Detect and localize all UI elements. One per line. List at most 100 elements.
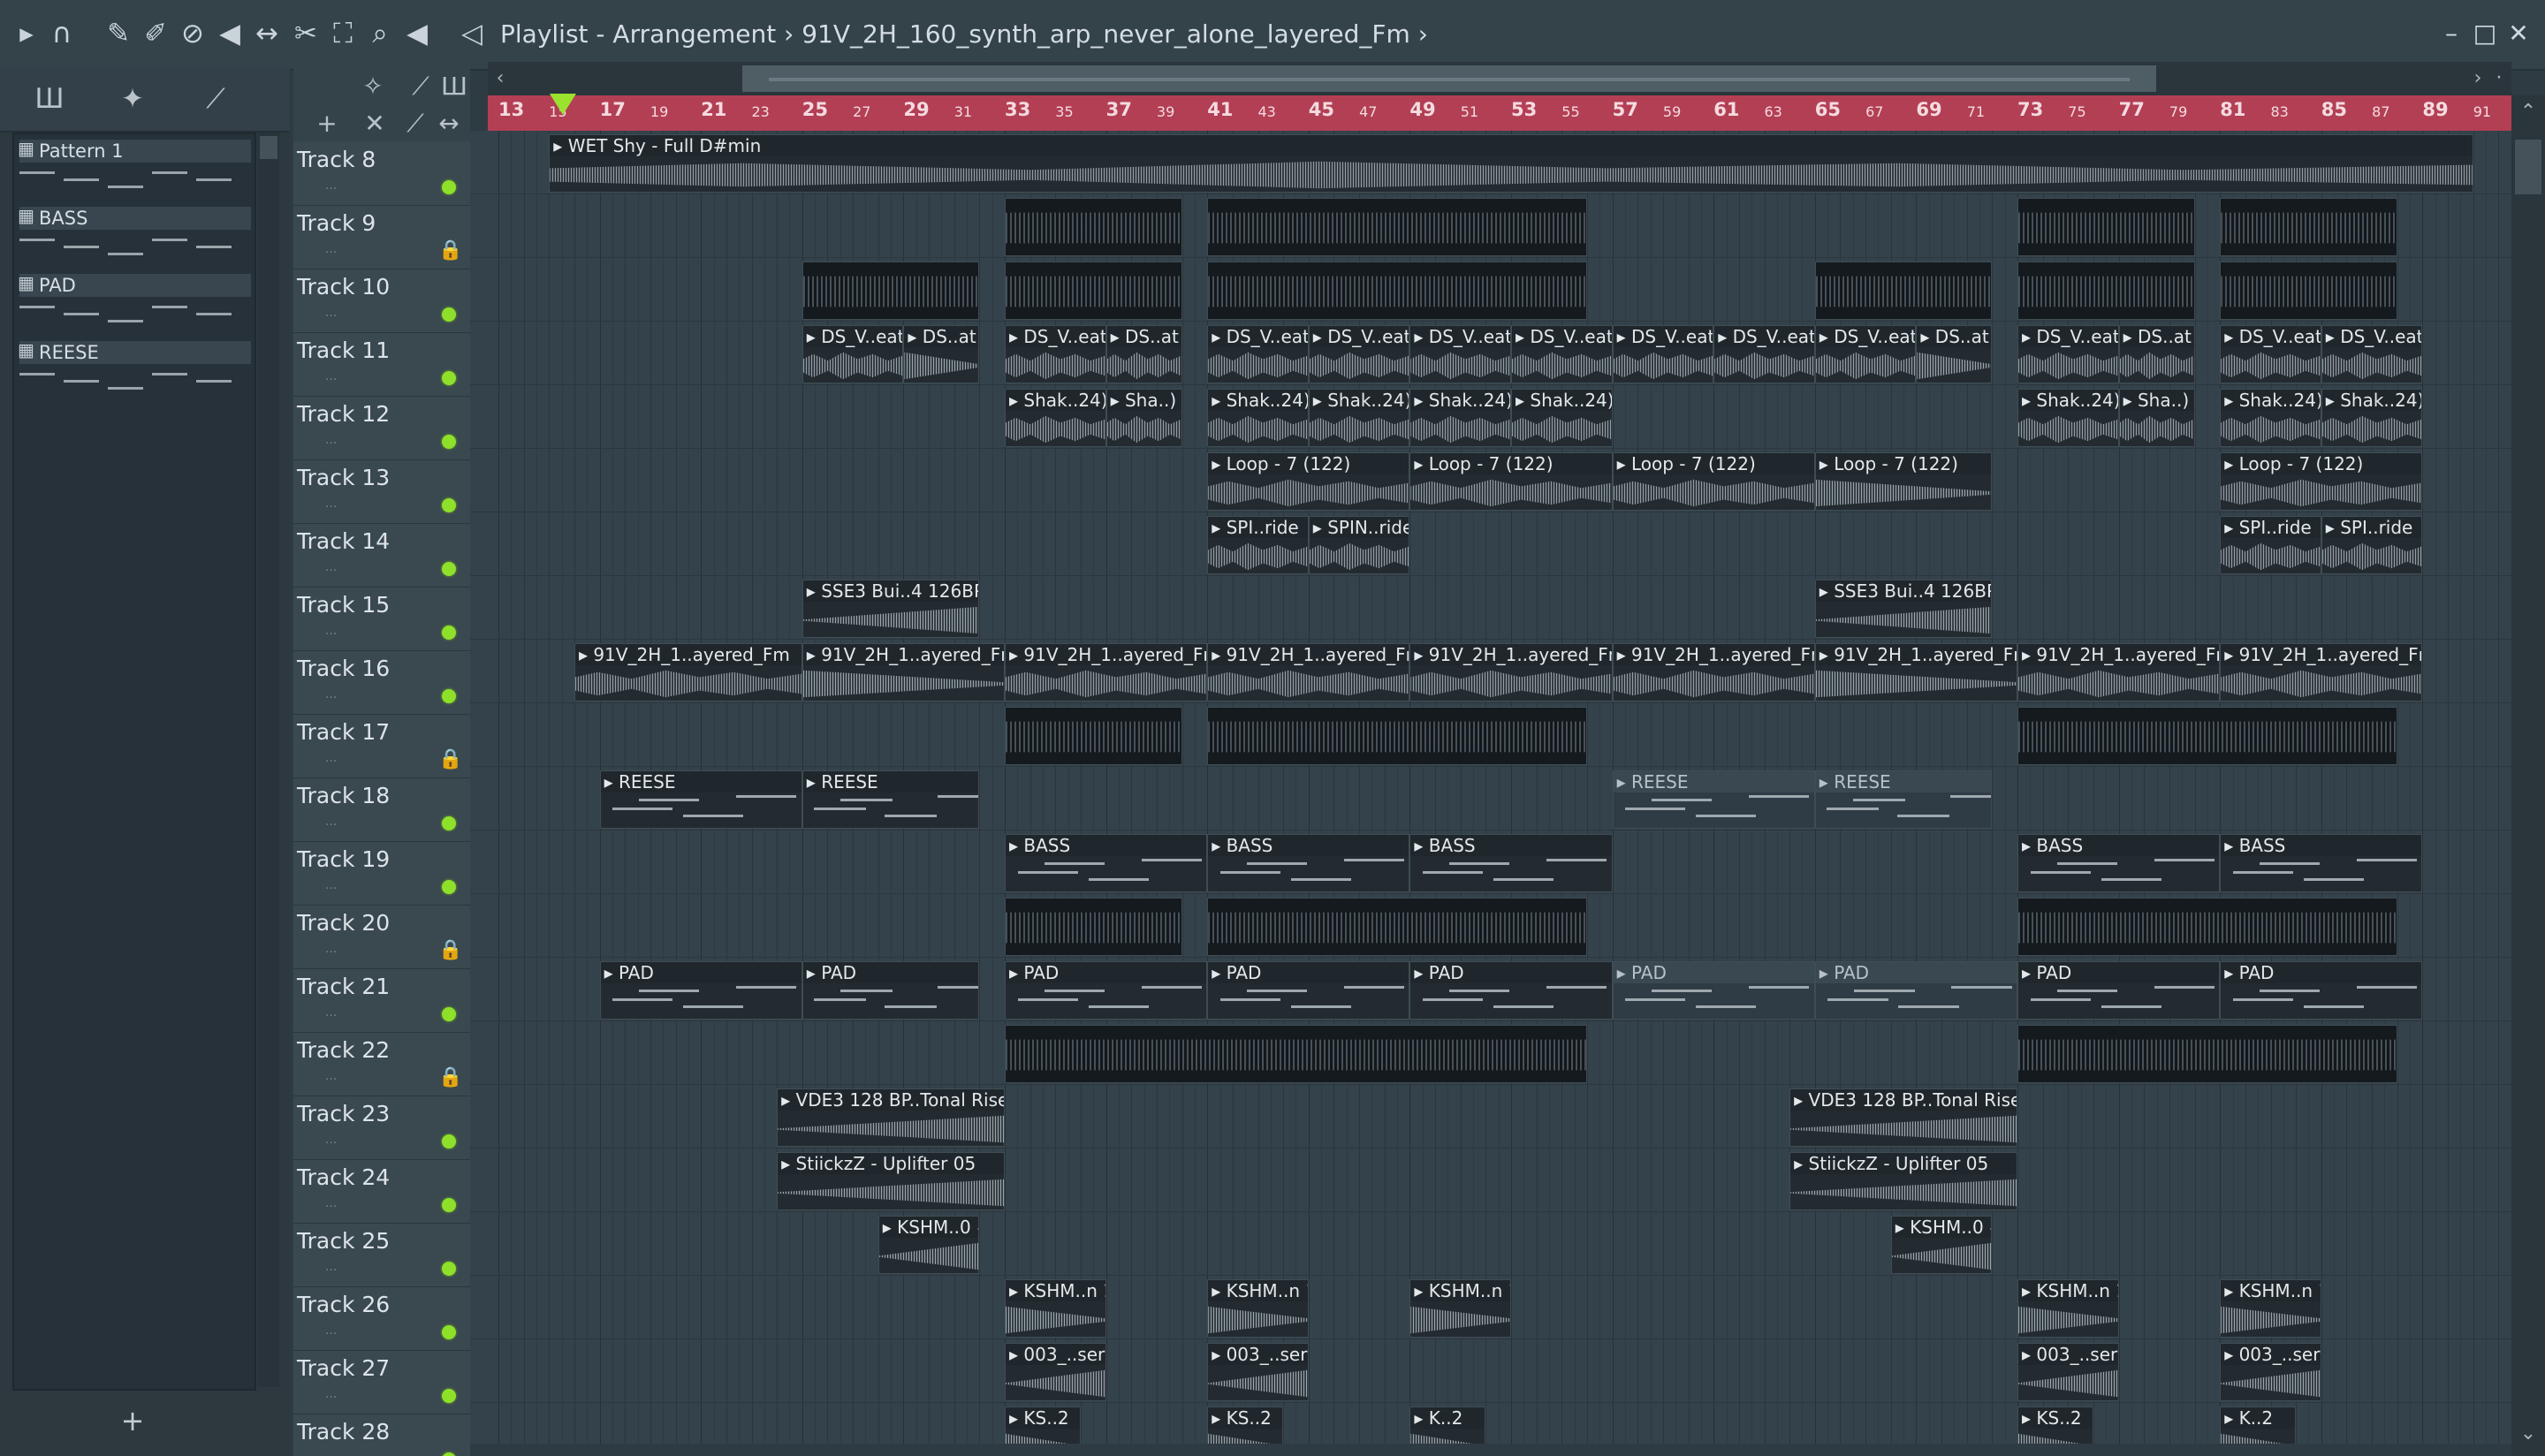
track-header[interactable]: Track 13 ··· — [293, 459, 470, 524]
track-header[interactable]: Track 24 ··· — [293, 1159, 470, 1224]
track-header[interactable]: Track 15 ··· — [293, 587, 470, 651]
playlist-clip[interactable]: ▸ PAD — [1005, 961, 1208, 1020]
playlist-clip[interactable]: ▸ DS_V..eat — [1511, 325, 1613, 383]
playlist-clip[interactable]: ▸ PAD — [801, 961, 980, 1020]
playlist-clip[interactable]: ▸ SPI..ride — [1207, 516, 1309, 574]
song-overview[interactable] — [742, 65, 2156, 92]
track-grip-icon[interactable]: ··· — [325, 1200, 337, 1214]
scroll-down-icon[interactable]: ⌄ — [2515, 1421, 2541, 1447]
pencil-icon[interactable]: ✎ — [101, 16, 136, 51]
track-header[interactable]: Track 19 ··· — [293, 841, 470, 906]
playlist-clip[interactable] — [1005, 707, 1182, 765]
track-header[interactable]: Track 9 ··· 🔒 — [293, 205, 470, 269]
playlist-clip[interactable]: ▸ PAD — [599, 961, 802, 1020]
playlist-clip[interactable]: ▸ SPI..ride — [2321, 516, 2423, 574]
lock-icon[interactable]: 🔒 — [438, 940, 462, 961]
playlist-clip[interactable]: ▸ SSE3 Bui..4 126BPM — [1814, 580, 1993, 638]
playlist-clip[interactable]: ▸ PAD — [1207, 961, 1410, 1020]
playlist-clip[interactable] — [1814, 262, 1993, 320]
playlist-clip[interactable]: ▸ 91V_2H_1..ayered_Fm — [1612, 643, 1815, 701]
playlist-clip[interactable] — [801, 262, 980, 320]
playlist-clip[interactable]: ▸ StiickzZ - Uplifter 05 — [1789, 1152, 2017, 1210]
playlist-clip[interactable]: ▸ 91V_2H_1..ayered_Fm — [2220, 643, 2423, 701]
track-grip-icon[interactable]: ··· — [325, 627, 337, 641]
playlist-clip[interactable]: ▸ 91V_2H_1..ayered_Fm — [2017, 643, 2221, 701]
playlist-clip[interactable]: ▸ KSHM..n 10 — [1409, 1279, 1511, 1338]
track-header[interactable]: Track 25 ··· — [293, 1223, 470, 1287]
track-header[interactable]: Track 17 ··· 🔒 — [293, 714, 470, 778]
playlist-clip[interactable] — [1207, 198, 1587, 256]
track-header[interactable]: Track 23 ··· — [293, 1096, 470, 1160]
maximize-button[interactable]: □ — [2469, 16, 2501, 51]
track-enable-led[interactable] — [442, 1134, 456, 1149]
playlist-clip[interactable] — [2220, 198, 2397, 256]
playlist-clip[interactable]: ▸ Shak..24) — [1308, 389, 1410, 447]
playlist-clip[interactable]: ▸ Shak..24) — [1207, 389, 1309, 447]
piano-roll-icon[interactable]: Ш — [32, 81, 67, 117]
track-enable-led[interactable] — [442, 1452, 456, 1456]
track-enable-led[interactable] — [442, 1389, 456, 1403]
track-grip-icon[interactable]: ··· — [325, 691, 337, 705]
playlist-clip[interactable]: ▸ KS..2 — [1207, 1407, 1284, 1444]
playlist-clip[interactable]: ▸ Shak..24) — [1409, 389, 1511, 447]
pattern-item[interactable]: PAD ▦ — [14, 270, 254, 336]
playlist-clip[interactable]: ▸ DS..at — [2118, 325, 2195, 383]
playlist-clip[interactable]: ▸ DS_V..eat — [1207, 325, 1309, 383]
playlist-clip[interactable]: ▸ 91V_2H_1..ayered_Fm — [1005, 643, 1208, 701]
menu-dot-icon[interactable]: · — [2487, 65, 2511, 92]
track-enable-led[interactable] — [442, 307, 456, 322]
select-icon[interactable]: ⛶ — [325, 16, 361, 51]
playlist-clip[interactable]: ▸ BASS — [1409, 834, 1613, 892]
track-grip-icon[interactable]: ··· — [325, 246, 337, 260]
playlist-clip[interactable]: ▸ DS..at — [903, 325, 980, 383]
playlist-clip[interactable]: ▸ Sha..) — [2118, 389, 2195, 447]
minimize-button[interactable]: – — [2435, 16, 2467, 51]
track-header[interactable]: Track 28··· — [293, 1414, 470, 1456]
scroll-thumb[interactable] — [260, 136, 277, 159]
playlist-clip[interactable]: ▸ 91V_2H_1..ayered_Fm — [574, 643, 802, 701]
piano-icon[interactable]: Ш — [438, 71, 470, 102]
playlist-clip[interactable]: ▸ BASS — [2017, 834, 2221, 892]
track-enable-led[interactable] — [442, 689, 456, 703]
playlist-clip[interactable]: ▸ BASS — [2220, 834, 2423, 892]
playlist-clip[interactable]: ▸ VDE3 128 BP..Tonal Riser — [777, 1088, 1005, 1147]
playlist-clip[interactable]: ▸ DS_V..eat — [1713, 325, 1815, 383]
track-grip-icon[interactable]: ··· — [325, 436, 337, 451]
playlist-clip[interactable]: ▸ REESE — [1814, 770, 1993, 829]
track-header[interactable]: Track 20 ··· 🔒 — [293, 905, 470, 969]
track-header[interactable]: Track 18 ··· — [293, 777, 470, 842]
slice-icon[interactable]: ✂ — [288, 16, 323, 51]
playlist-clip[interactable]: ▸ KSHM..n 10 — [1005, 1279, 1106, 1338]
time-ruler[interactable]: 13 15 17 19 21 23 25 27 29 31 33 35 37 39 41 43 45 47 49 51… — [488, 95, 2511, 131]
track-enable-led[interactable] — [442, 816, 456, 830]
playlist-clip[interactable]: ▸ PAD — [1612, 961, 1815, 1020]
track-grip-icon[interactable]: ··· — [325, 1009, 337, 1023]
vertical-scrollbar[interactable]: ⌃ ⌄ — [2511, 95, 2545, 1456]
track-grip-icon[interactable]: ··· — [325, 1391, 337, 1405]
playlist-clip[interactable]: ▸ DS..at — [1105, 325, 1182, 383]
playlist-clip[interactable]: ▸ DS_V..eat — [2220, 325, 2321, 383]
playlist-clip[interactable]: ▸ 91V_2H_1..ayered_Fm — [1814, 643, 2017, 701]
zoom-icon[interactable]: ⌕ — [362, 16, 398, 51]
playlist-grid[interactable]: ▸ WET Shy - Full D#min ▸ DS_V..eat ▸ DS..a… — [470, 131, 2511, 1444]
playlist-clip[interactable]: ▸ REESE — [801, 770, 980, 829]
playlist-clip[interactable]: ▸ KSHM..n 10 — [2017, 1279, 2119, 1338]
playlist-clip[interactable]: ▸ 91V_2H_1..ayered_Fm — [1207, 643, 1410, 701]
playlist-clip[interactable]: ▸ KSHM..0 #2 — [1890, 1216, 1993, 1274]
playlist-clip[interactable]: ▸ PAD — [1409, 961, 1613, 1020]
track-grip-icon[interactable]: ··· — [325, 1136, 337, 1150]
playlist-clip[interactable]: ▸ KS..2 — [2017, 1407, 2093, 1444]
playlist-clip[interactable]: ▸ KS..2 — [1005, 1407, 1081, 1444]
scroll-left-icon[interactable]: ‹ — [488, 65, 513, 92]
playlist-clip[interactable]: ▸ BASS — [1207, 834, 1410, 892]
playlist-clip[interactable]: ▸ REESE — [1612, 770, 1815, 829]
playlist-clip[interactable] — [1005, 898, 1182, 956]
delete-track-button[interactable]: ✕ — [359, 108, 391, 140]
playlist-clip[interactable] — [2017, 198, 2195, 256]
playlist-clip[interactable]: ▸ SPI..ride — [2220, 516, 2321, 574]
track-grip-icon[interactable]: ··· — [325, 1263, 337, 1278]
playlist-clip[interactable] — [2017, 898, 2397, 956]
paint-brush-icon[interactable]: ✐ — [138, 16, 173, 51]
mute-icon[interactable]: ◀ — [212, 16, 247, 51]
playlist-clip[interactable] — [2017, 707, 2397, 765]
